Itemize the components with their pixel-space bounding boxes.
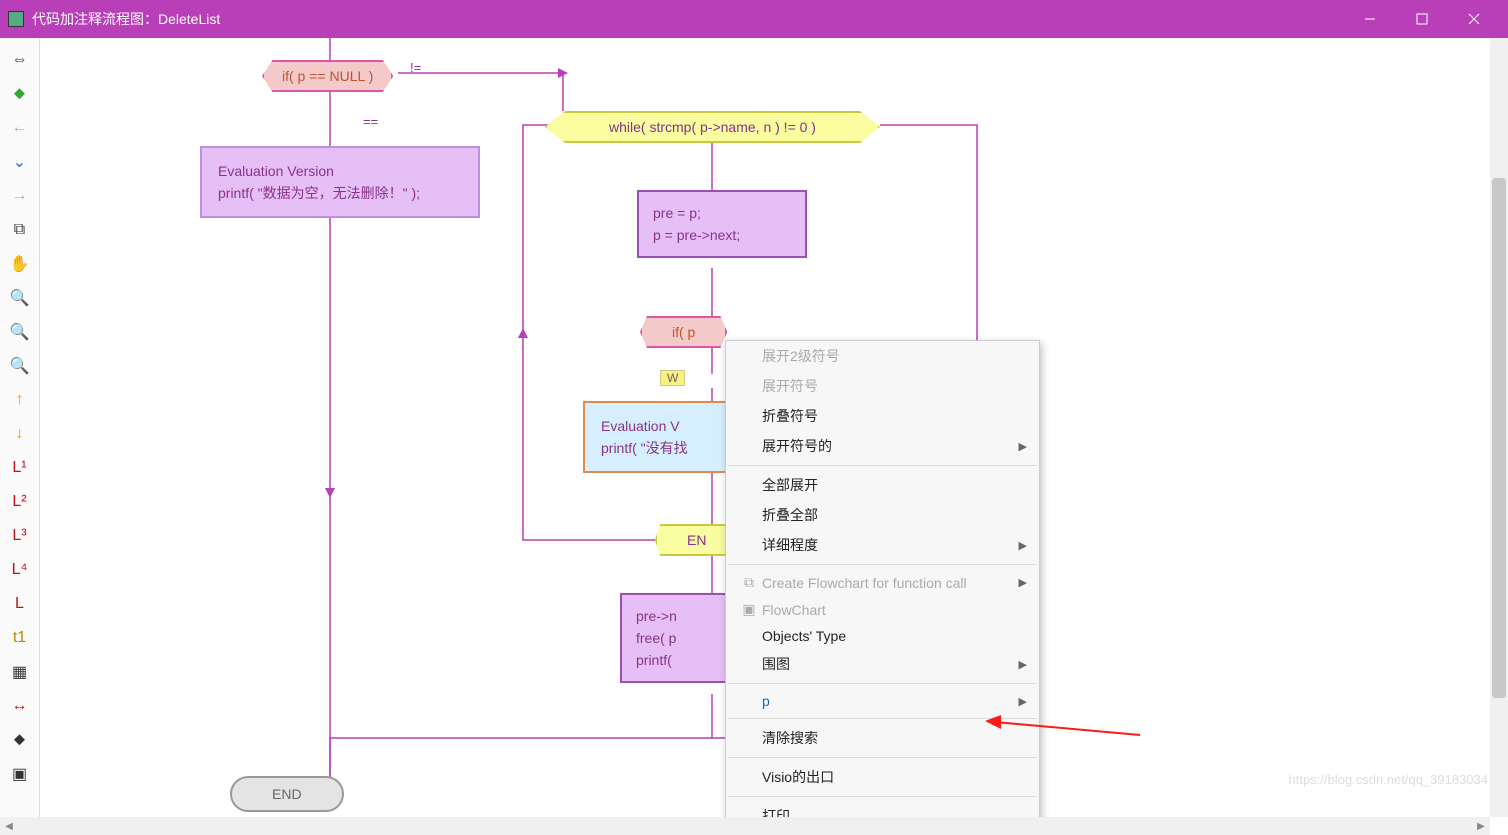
menu-separator (728, 465, 1037, 466)
cfg-icon[interactable]: ⬥ (8, 728, 32, 752)
block4-line3: printf( (636, 649, 712, 671)
l2-icon[interactable]: L² (8, 490, 32, 514)
w-box: W (660, 370, 685, 386)
decision-cond2[interactable]: if( p (640, 316, 727, 348)
loop-while[interactable]: while( strcmp( p->name, n ) != 0 ) (545, 111, 880, 143)
menu-create-flowchart[interactable]: ⧉Create Flowchart for function call▶ (726, 569, 1039, 596)
menu-separator (728, 757, 1037, 758)
menu-collapse-all[interactable]: 折叠全部 (726, 500, 1039, 530)
block2-line2: p = pre->next; (653, 224, 791, 246)
window-buttons (1344, 0, 1500, 38)
menu-expand-all[interactable]: 全部展开 (726, 470, 1039, 500)
menu-collapse-symbol[interactable]: 折叠符号 (726, 401, 1039, 431)
minimize-button[interactable] (1344, 0, 1396, 38)
submenu-arrow-icon: ▶ (1019, 695, 1027, 708)
vscroll-thumb[interactable] (1492, 178, 1506, 698)
red-arrow-annotation (985, 710, 1145, 740)
tool-a-icon[interactable]: ⇔ (8, 48, 32, 72)
tool-right-icon[interactable]: → (8, 184, 32, 208)
hscroll-right-icon[interactable]: ▶ (1472, 821, 1490, 832)
loop-text: while( strcmp( p->name, n ) != 0 ) (609, 119, 816, 135)
decision-pnull[interactable]: if( p == NULL ) (262, 60, 393, 92)
block1-line1: Evaluation Version (218, 160, 462, 182)
submenu-arrow-icon: ▶ (1019, 576, 1027, 589)
zoom-in-icon[interactable]: 🔍 (8, 286, 32, 310)
context-menu: 展开2级符号 展开符号 折叠符号 展开符号的▶ 全部展开 折叠全部 详细程度▶ … (725, 340, 1040, 817)
menu-weitu[interactable]: 围图▶ (726, 649, 1039, 679)
block2-line1: pre = p; (653, 202, 791, 224)
end1-text: EN (687, 532, 706, 548)
menu-print[interactable]: 打印 (726, 801, 1039, 817)
block-free[interactable]: pre->n free( p printf( (620, 593, 728, 683)
vertical-scrollbar[interactable] (1490, 38, 1508, 817)
left-toolbar: ⇔ ⬥ ← ⌄ → ⧉ ✋ 🔍 🔍 🔍 ↑ ↓ L¹ L² L³ L⁴ L t1… (0, 38, 40, 817)
block4-line1: pre->n (636, 605, 712, 627)
block4-line2: free( p (636, 627, 712, 649)
zoom-icon[interactable]: 🔍 (8, 354, 32, 378)
menu-visio-export[interactable]: Visio的出口 (726, 762, 1039, 792)
menu-expand-2level[interactable]: 展开2级符号 (726, 341, 1039, 371)
tool-left-icon[interactable]: ← (8, 116, 32, 140)
menu-flowchart[interactable]: ▣FlowChart (726, 596, 1039, 623)
menu-objects-type[interactable]: Objects' Type (726, 623, 1039, 649)
app-icon (8, 11, 24, 27)
block-pre-assign[interactable]: pre = p; p = pre->next; (637, 190, 807, 258)
decision-pnull-text: if( p == NULL ) (282, 68, 373, 84)
label-equal: == (363, 114, 378, 129)
submenu-arrow-icon: ▶ (1019, 658, 1027, 671)
menu-separator (728, 796, 1037, 797)
chart-icon[interactable]: ▣ (8, 762, 32, 786)
tool-tree-icon[interactable]: ⧉ (8, 218, 32, 242)
resize-icon[interactable]: ↔ (8, 694, 32, 718)
main-area: ⇔ ⬥ ← ⌄ → ⧉ ✋ 🔍 🔍 🔍 ↑ ↓ L¹ L² L³ L⁴ L t1… (0, 38, 1508, 817)
menu-separator (728, 683, 1037, 684)
block3-line2: printf( "没有找 (601, 437, 710, 459)
l1-icon[interactable]: L¹ (8, 456, 32, 480)
horizontal-scrollbar[interactable]: ◀ ▶ (0, 817, 1490, 835)
submenu-arrow-icon: ▶ (1019, 539, 1027, 552)
arrow-up-icon[interactable]: ↑ (8, 388, 32, 412)
t1-icon[interactable]: t1 (8, 626, 32, 650)
tool-down-icon[interactable]: ⌄ (8, 150, 32, 174)
menu-separator (728, 564, 1037, 565)
end-node[interactable]: END (230, 776, 344, 812)
tool-hand-icon[interactable]: ✋ (8, 252, 32, 276)
close-button[interactable] (1448, 0, 1500, 38)
zoom-out-icon[interactable]: 🔍 (8, 320, 32, 344)
block3-line1: Evaluation V (601, 415, 710, 437)
block1-line2: printf( "数据为空，无法删除！" ); (218, 182, 462, 204)
label-not-equal: != (410, 60, 421, 75)
cond2-text: if( p (672, 324, 695, 340)
tool-b-icon[interactable]: ⬥ (8, 82, 32, 106)
submenu-arrow-icon: ▶ (1019, 440, 1027, 453)
block-evaluation[interactable]: Evaluation Version printf( "数据为空，无法删除！" … (200, 146, 480, 218)
l5-icon[interactable]: L (8, 592, 32, 616)
block-eval2[interactable]: Evaluation V printf( "没有找 (583, 401, 728, 473)
watermark-text: https://blog.csdn.net/qq_39183034 (1289, 772, 1489, 787)
menu-expand-symbol[interactable]: 展开符号 (726, 371, 1039, 401)
flowchart-icon: ⧉ (736, 574, 762, 591)
maximize-button[interactable] (1396, 0, 1448, 38)
fc-icon: ▣ (736, 601, 762, 618)
arrow-down-icon[interactable]: ↓ (8, 422, 32, 446)
flowchart-canvas[interactable]: if( p == NULL ) != == Evaluation Version… (40, 38, 1508, 817)
hscroll-left-icon[interactable]: ◀ (0, 821, 18, 832)
l3-icon[interactable]: L³ (8, 524, 32, 548)
grid-icon[interactable]: ▦ (8, 660, 32, 684)
l4-icon[interactable]: L⁴ (8, 558, 32, 582)
end-text: END (272, 786, 302, 802)
menu-detail-level[interactable]: 详细程度▶ (726, 530, 1039, 560)
titlebar: 代码加注释流程图：DeleteList (0, 0, 1508, 38)
window-title: 代码加注释流程图：DeleteList (32, 9, 220, 29)
menu-expand-symbol-of[interactable]: 展开符号的▶ (726, 431, 1039, 461)
